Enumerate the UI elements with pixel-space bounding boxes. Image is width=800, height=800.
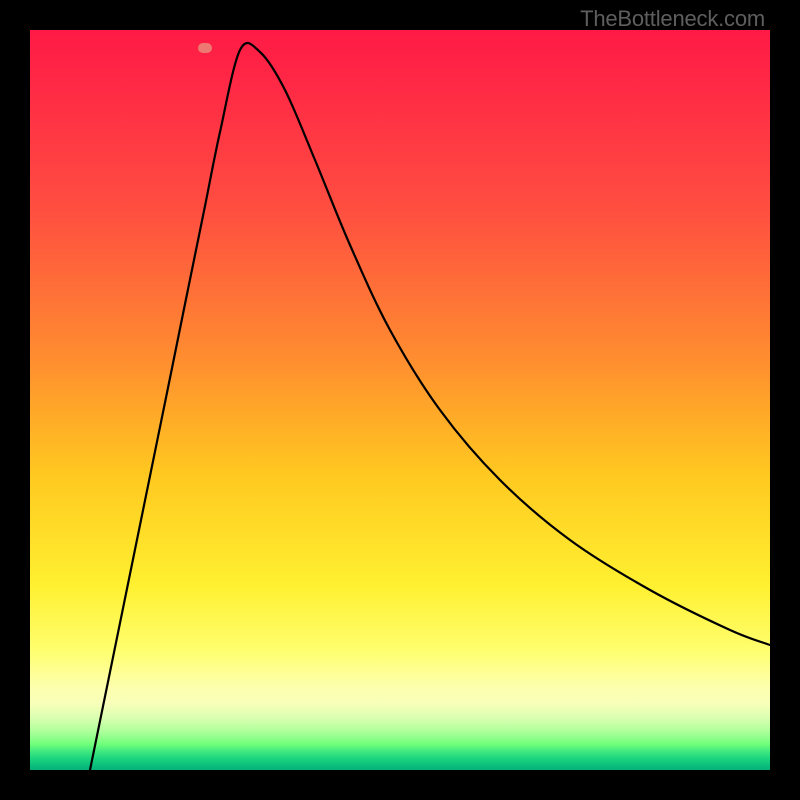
plot-area [30, 30, 770, 770]
bottleneck-curve [30, 30, 770, 770]
bottleneck-marker [198, 43, 212, 53]
chart-frame: TheBottleneck.com [0, 0, 800, 800]
attribution-text: TheBottleneck.com [580, 6, 765, 32]
